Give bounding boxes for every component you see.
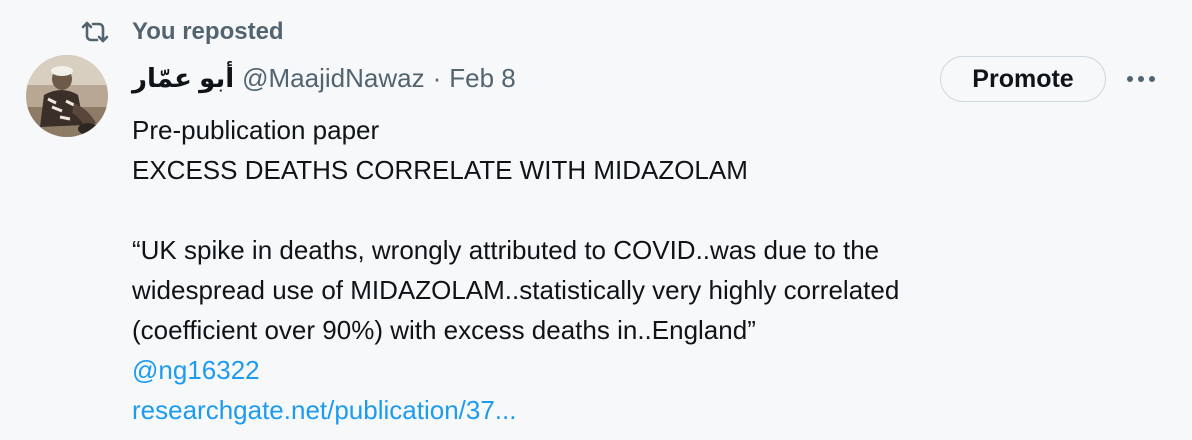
- tweet-text-line: (coefficient over 90%) with excess death…: [132, 315, 756, 345]
- tweet-text-line: [132, 190, 1162, 230]
- tweet-text: Pre-publication paper EXCESS DEATHS CORR…: [132, 110, 1162, 430]
- tweet-text-line: “UK spike in deaths, wrongly attributed …: [132, 235, 880, 265]
- author-handle[interactable]: @MaajidNawaz: [242, 63, 424, 94]
- more-icon[interactable]: [1124, 62, 1158, 96]
- promote-button[interactable]: Promote: [940, 56, 1106, 102]
- repost-label[interactable]: You reposted: [132, 18, 284, 46]
- tweet-header: أبو عمّار @MaajidNawaz · Feb 8: [132, 58, 516, 98]
- repost-icon: [78, 15, 112, 49]
- avatar[interactable]: [26, 55, 108, 137]
- header-separator: ·: [432, 62, 442, 93]
- url-link[interactable]: researchgate.net/publication/37...: [132, 390, 1162, 430]
- mention-link[interactable]: @ng16322: [132, 350, 1162, 390]
- tweet-text-line: widespread use of MIDAZOLAM..statistical…: [132, 275, 900, 305]
- tweet-date[interactable]: Feb 8: [449, 63, 516, 94]
- tweet-card[interactable]: You reposted أبو عمّار @MaajidNawaz · Fe…: [0, 0, 1192, 440]
- repost-context: You reposted: [78, 14, 284, 50]
- tweet-text-line: EXCESS DEATHS CORRELATE WITH MIDAZOLAM: [132, 155, 748, 185]
- author-display-name[interactable]: أبو عمّار: [132, 63, 234, 94]
- tweet-text-line: Pre-publication paper: [132, 115, 380, 145]
